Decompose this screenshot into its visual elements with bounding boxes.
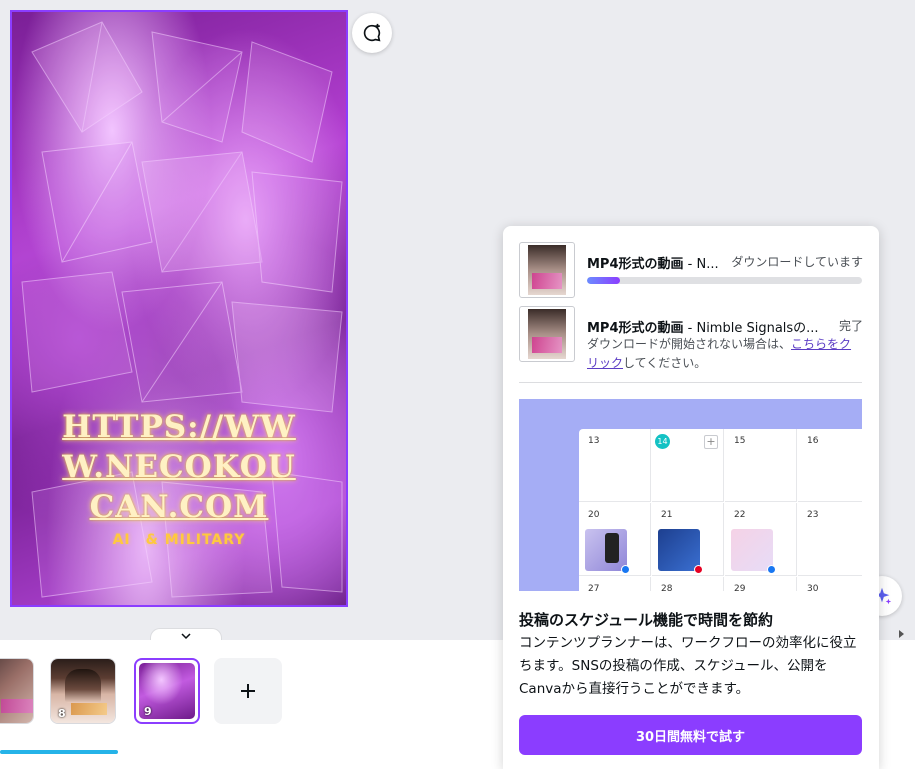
add-comment-button[interactable] [352, 13, 392, 53]
pinterest-icon [694, 565, 703, 574]
chevron-down-icon [181, 632, 191, 639]
page-thumbnail[interactable]: 8 [50, 658, 116, 724]
content-planner-promo-image: 13 14 + 15 16 20 21 22 23 27 28 29 30 [519, 399, 862, 591]
page-thumbnail[interactable] [0, 658, 34, 724]
download-progress-bar [587, 277, 862, 284]
facebook-icon [767, 565, 776, 574]
download-thumbnail [519, 242, 575, 298]
facebook-icon [621, 565, 630, 574]
download-status: ダウンロードしています [731, 255, 863, 269]
page-number: 9 [144, 705, 152, 718]
page-thumbnail-selected[interactable]: 9 [134, 658, 200, 724]
headline-line: CAN.COM [89, 489, 269, 525]
calendar-day: 28 [661, 584, 673, 591]
filmstrip-scroll-indicator [0, 750, 118, 754]
calendar-day: 22 [734, 510, 746, 520]
plus-icon [241, 684, 255, 698]
page-number: 8 [58, 707, 66, 720]
calendar-day: 20 [588, 510, 600, 520]
download-thumbnail [519, 306, 575, 362]
headline-line: HTTPS://WW [62, 409, 296, 445]
page-headline[interactable]: HTTPS://WW W.NECOKOU CAN.COM [12, 407, 346, 527]
calendar-today: 14 [655, 434, 670, 449]
calendar-day: 13 [588, 436, 600, 446]
calendar-add-icon: + [704, 435, 718, 449]
download-popup: MP4形式の動画 - N... ダウンロードしています MP4形式の動画 - N… [503, 226, 879, 769]
divider [519, 382, 862, 383]
calendar-day: 30 [807, 584, 819, 591]
calendar-day: 29 [734, 584, 746, 591]
download-help-text: ダウンロードが開始されない場合は、こちらをクリックしてください。 [587, 337, 852, 370]
calendar-day: 27 [588, 584, 600, 591]
promo-title: 投稿のスケジュール機能で時間を節約 [519, 611, 773, 629]
comment-add-icon [363, 23, 381, 42]
calendar-preview: 13 14 + 15 16 20 21 22 23 27 28 29 30 [579, 429, 862, 591]
page-subline[interactable]: AI & MILITARY [12, 529, 346, 549]
calendar-day: 21 [661, 510, 673, 520]
download-progress-fill [587, 277, 620, 284]
scheduled-post [585, 529, 627, 571]
promo-body: コンテンツプランナーは、ワークフローの効率化に役立ちます。SNSの投稿の作成、ス… [519, 635, 857, 697]
headline-line: W.NECOKOU [62, 449, 296, 485]
download-title: MP4形式の動画 - Nimble Signalsの... [587, 321, 819, 336]
download-status: 完了 [838, 319, 863, 333]
calendar-day: 23 [807, 510, 819, 520]
calendar-day: 16 [807, 436, 819, 446]
download-item: MP4形式の動画 - Nimble Signalsの... 完了 ダウンロードが… [519, 306, 863, 370]
chevron-right-icon[interactable] [896, 629, 906, 639]
calendar-day: 15 [734, 436, 746, 446]
scheduled-post [731, 529, 773, 571]
design-page[interactable]: HTTPS://WW W.NECOKOU CAN.COM AI & MILITA… [10, 10, 348, 607]
free-trial-button[interactable]: 30日間無料で試す [519, 715, 862, 755]
download-title: MP4形式の動画 - N... [587, 257, 719, 272]
download-item: MP4形式の動画 - N... ダウンロードしています [519, 242, 863, 298]
add-page-button[interactable] [214, 658, 282, 724]
scheduled-post [658, 529, 700, 571]
